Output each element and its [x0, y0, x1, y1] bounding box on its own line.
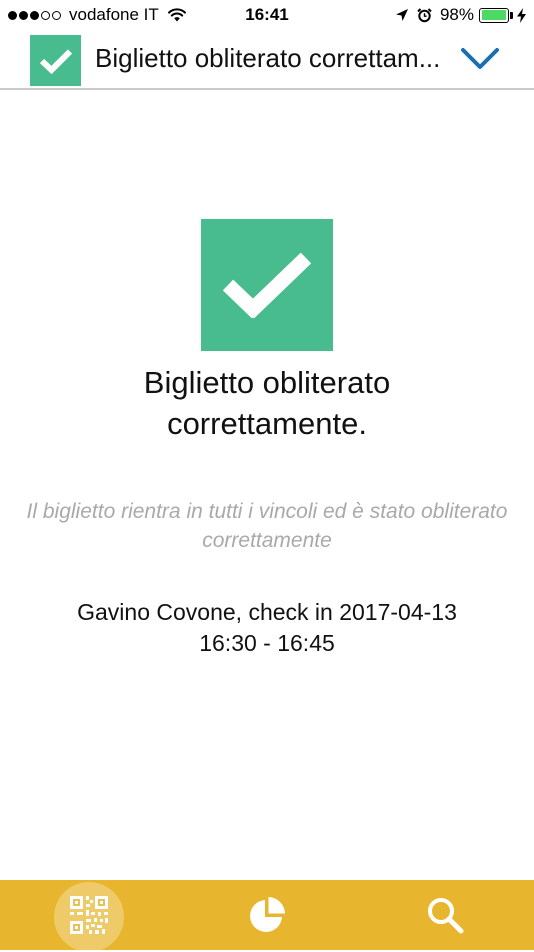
status-right: 98%	[387, 5, 526, 25]
tab-search[interactable]	[410, 880, 480, 950]
checkin-info: Gavino Covone, check in 2017-04-13 16:30…	[20, 597, 514, 659]
tab-bar	[0, 880, 534, 952]
success-check-large-icon	[201, 219, 333, 351]
location-arrow-icon	[395, 9, 408, 21]
battery-fill	[481, 10, 506, 20]
checkin-time-range: 16:30 - 16:45	[199, 630, 335, 656]
tab-qr-scanner[interactable]	[54, 880, 124, 952]
result-title: Biglietto obliterato correttamente.	[143, 365, 391, 441]
search-icon	[428, 898, 464, 934]
battery-icon	[479, 7, 513, 23]
battery-body	[479, 7, 509, 23]
alarm-clock-icon	[417, 7, 432, 22]
checkin-line: Gavino Covone, check in 2017-04-13	[77, 599, 457, 625]
header-title-text: Biglietto obliterato correttam...	[95, 43, 441, 73]
checkmark-icon	[222, 252, 312, 318]
tab-statistics[interactable]	[232, 880, 302, 950]
expand-button[interactable]	[458, 44, 502, 74]
qr-code-icon	[70, 896, 108, 934]
battery-tip	[510, 11, 513, 19]
battery-percentage: 98%	[439, 5, 474, 24]
result-header: Biglietto obliterato correttam...	[0, 30, 534, 90]
result-description: Il biglietto rientra in tutti i vincoli …	[26, 500, 508, 552]
pie-chart-icon	[250, 897, 285, 932]
checkmark-icon	[39, 48, 72, 74]
status-bar: vodafone IT 16:41 98%	[0, 0, 534, 30]
charging-bolt-icon	[517, 7, 526, 23]
header-title: Biglietto obliterato correttam...	[95, 43, 450, 74]
success-check-icon	[30, 35, 81, 86]
chevron-down-icon	[461, 48, 499, 69]
